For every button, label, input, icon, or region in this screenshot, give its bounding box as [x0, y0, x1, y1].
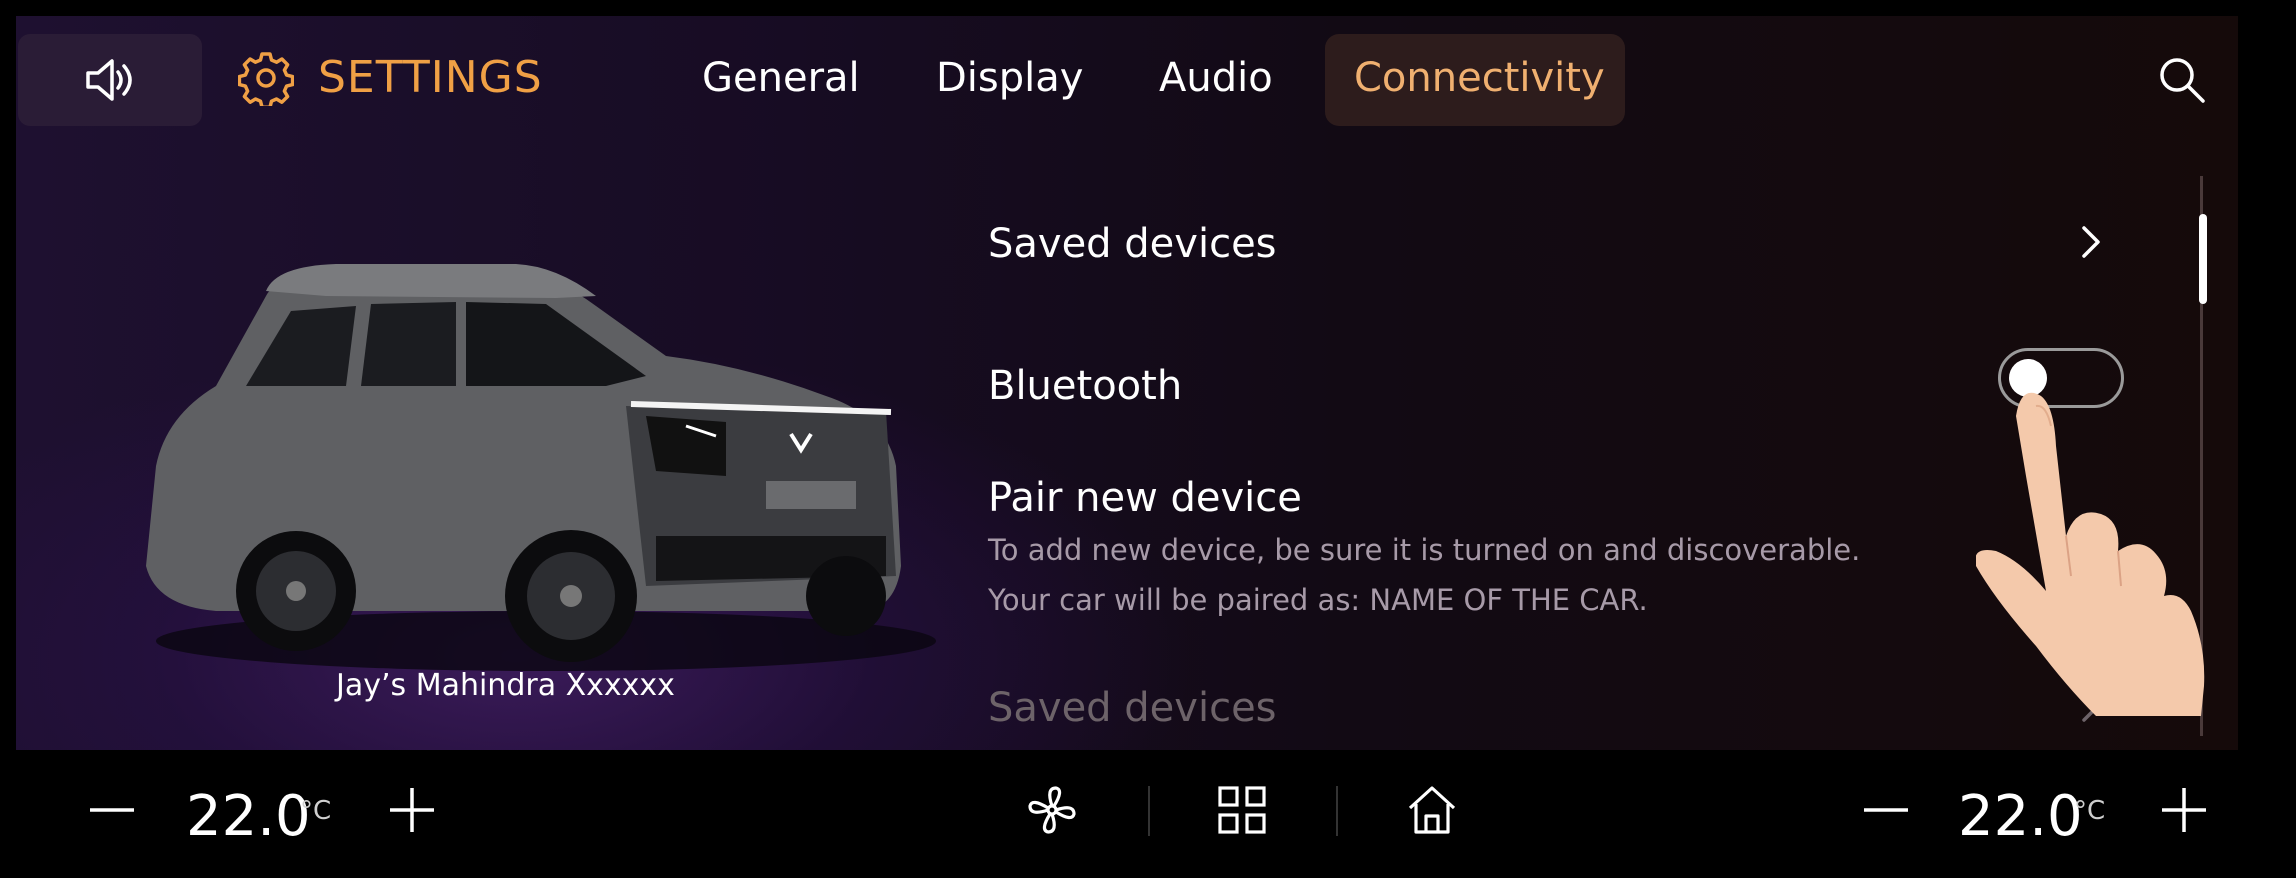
- pair-instructions: To add new device, be sure it is turned …: [988, 533, 1861, 567]
- tab-general[interactable]: General: [702, 50, 860, 106]
- tab-connectivity[interactable]: Connectivity: [1354, 50, 1605, 106]
- hand-pointer-image: [1976, 392, 2205, 716]
- tab-display[interactable]: Display: [936, 50, 1083, 106]
- pair-new-device-label[interactable]: Pair new device: [988, 472, 1302, 524]
- tab-audio[interactable]: Audio: [1159, 50, 1273, 106]
- gear-icon: [238, 52, 294, 106]
- fan-icon[interactable]: [1024, 782, 1080, 838]
- settings-screen: SETTINGS General Display Audio Connectiv…: [16, 16, 2238, 750]
- scrollbar-thumb[interactable]: [2199, 214, 2207, 304]
- right-temp-minus-icon[interactable]: [1858, 782, 1914, 838]
- pair-car-name: Your car will be paired as: NAME OF THE …: [988, 583, 1648, 617]
- left-temp-plus-icon[interactable]: [384, 782, 440, 838]
- left-temp-minus-icon[interactable]: [84, 782, 140, 838]
- car-image: [146, 264, 936, 671]
- volume-button[interactable]: [18, 34, 202, 126]
- divider: [1336, 786, 1338, 836]
- left-temperature-unit: °C: [300, 796, 332, 826]
- search-icon[interactable]: [2156, 54, 2208, 106]
- apps-grid-icon[interactable]: [1214, 782, 1270, 838]
- vehicle-name: Jay’s Mahindra Xxxxxx: [336, 668, 675, 703]
- divider: [1148, 786, 1150, 836]
- right-temperature: 22.0: [1958, 784, 2083, 849]
- right-temp-plus-icon[interactable]: [2156, 782, 2212, 838]
- bluetooth-label: Bluetooth: [988, 363, 1183, 409]
- saved-devices-label-2[interactable]: Saved devices: [988, 682, 1277, 734]
- right-temperature-unit: °C: [2074, 796, 2106, 826]
- page-title: SETTINGS: [318, 52, 543, 103]
- chevron-right-icon[interactable]: [2076, 222, 2106, 262]
- speaker-icon: [86, 59, 132, 101]
- left-temperature: 22.0: [186, 784, 311, 849]
- home-icon[interactable]: [1404, 782, 1460, 838]
- saved-devices-label[interactable]: Saved devices: [988, 218, 1277, 270]
